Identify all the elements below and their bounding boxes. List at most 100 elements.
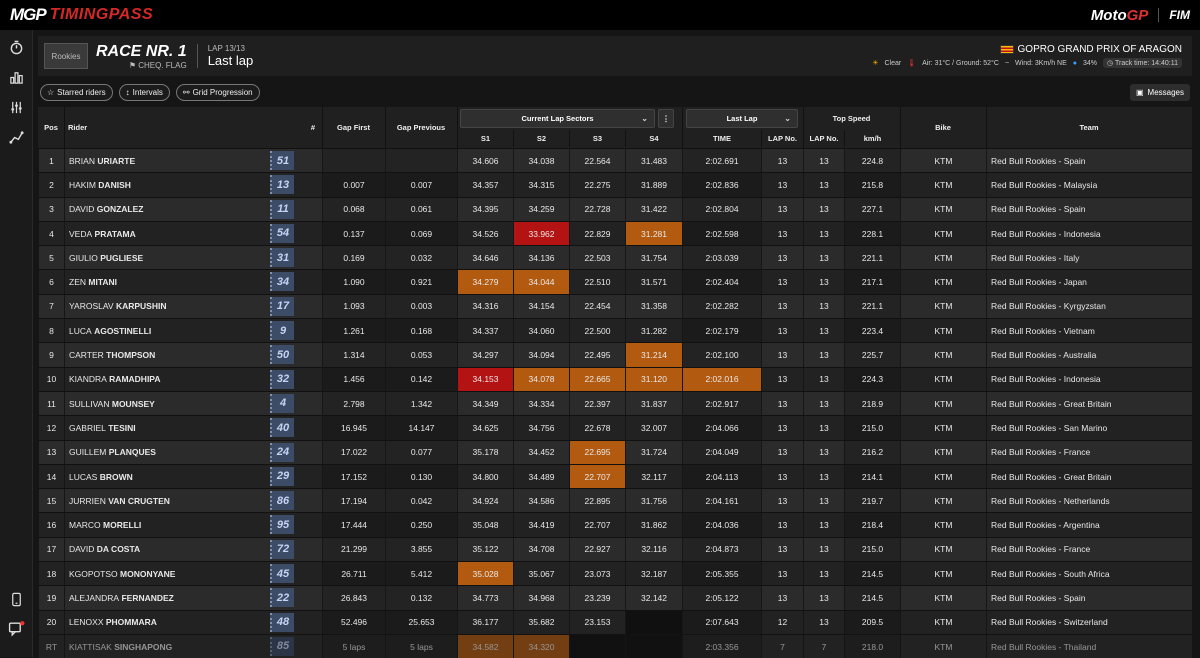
rider-number: 86	[270, 491, 294, 511]
rider-name[interactable]: MARCO	[69, 520, 101, 530]
rider-name[interactable]: YAROSLAV	[69, 301, 114, 311]
col-speed-lap-no[interactable]: LAP No.	[803, 130, 844, 147]
cell-s3: 22.927	[569, 537, 625, 562]
col-gap-first[interactable]: Gap First	[322, 107, 385, 148]
rider-name[interactable]: GABRIEL	[69, 423, 106, 433]
rider-name[interactable]: ALEJANDRA	[69, 593, 119, 603]
cell-time: 2:02.016	[682, 367, 761, 391]
rider-name[interactable]: LUCAS	[69, 472, 97, 482]
cell-lap2: 7	[803, 634, 844, 658]
col-s3[interactable]: S3	[569, 130, 625, 147]
cell-gf: 17.022	[322, 440, 385, 464]
cell-rider: ZEN MITANI	[64, 270, 304, 294]
cell-kmh: 227.1	[844, 197, 900, 221]
table-row[interactable]: 16 MARCO MORELLI 95 17.444 0.250 35.048 34.419…	[38, 512, 1192, 537]
cell-team: Red Bull Rookies - Japan	[986, 270, 1192, 294]
table-row[interactable]: 12 GABRIEL TESINI 40 16.945 14.147 34.625 34.7…	[38, 415, 1192, 440]
spain-flag-icon	[999, 45, 1014, 54]
app-logo[interactable]: MGP TIMINGPASS	[10, 5, 153, 25]
col-s2[interactable]: S2	[513, 130, 569, 147]
cell-pos: 14	[38, 464, 64, 489]
rider-name[interactable]: VEDA	[69, 229, 92, 239]
cell-time: 2:04.113	[682, 464, 761, 489]
race-series-logo: Rookies	[44, 43, 88, 69]
intervals-button[interactable]: ↕ Intervals	[118, 84, 170, 101]
humidity-icon: ●	[1072, 59, 1078, 67]
rider-name[interactable]: ZEN	[69, 277, 86, 287]
cell-time: 2:02.282	[682, 294, 761, 319]
rider-name[interactable]: GUILLEM	[69, 447, 106, 457]
bar-chart-icon[interactable]	[8, 70, 25, 87]
rider-name[interactable]: BRIAN	[69, 156, 95, 166]
gauge-icon[interactable]	[8, 100, 25, 117]
motogp-logo: MotoGP	[1091, 7, 1149, 24]
col-s4[interactable]: S4	[625, 130, 682, 147]
starred-riders-button[interactable]: ☆ Starred riders	[40, 84, 113, 101]
rider-name[interactable]: SULLIVAN	[69, 399, 109, 409]
grid-progression-button[interactable]: ⚯ Grid Progression	[175, 84, 260, 101]
last-lap-dropdown[interactable]: Last Lap ⌄	[686, 109, 798, 128]
table-row[interactable]: RT KIATTISAK SINGHAPONG 85 5 laps 5 laps 34.5…	[38, 633, 1192, 658]
rider-name[interactable]: KIANDRA	[69, 374, 107, 384]
stopwatch-icon[interactable]	[8, 40, 25, 57]
table-row[interactable]: 9 CARTER THOMPSON 50 1.314 0.053 34.297 34.094…	[38, 342, 1192, 367]
col-s1[interactable]: S1	[457, 130, 513, 147]
col-gap-previous[interactable]: Gap Previous	[385, 107, 457, 148]
cell-bike: KTM	[900, 416, 986, 440]
rider-name[interactable]: GIULIO	[69, 253, 98, 263]
table-row[interactable]: 13 GUILLEM PLANQUES 24 17.022 0.077 35.178 34.…	[38, 439, 1192, 464]
table-row[interactable]: 14 LUCAS BROWN 29 17.152 0.130 34.800 34.489 22…	[38, 463, 1192, 489]
cell-s2: 34.315	[513, 173, 569, 197]
sectors-dropdown[interactable]: Current Lap Sectors ⌄	[460, 109, 655, 128]
table-row[interactable]: 1 BRIAN URIARTE 51 34.606 34.038 22.564 31.483…	[38, 148, 1192, 173]
cell-team: Red Bull Rookies - Indonesia	[986, 367, 1192, 391]
col-lap-no[interactable]: LAP No.	[761, 130, 803, 147]
rider-name[interactable]: LENOXX	[69, 617, 104, 627]
cell-gf: 26.843	[322, 586, 385, 610]
rider-name[interactable]: JURRIEN	[69, 496, 106, 506]
col-rider[interactable]: Rider	[64, 107, 304, 148]
rider-name[interactable]: DAVID	[69, 544, 94, 554]
cell-gp: 14.147	[385, 416, 457, 440]
cell-s1: 34.395	[457, 197, 513, 221]
phone-icon[interactable]	[8, 592, 25, 609]
cell-kmh: 223.4	[844, 319, 900, 343]
table-row[interactable]: 10 KIANDRA RAMADHIPA 32 1.456 0.142 34.153 34.…	[38, 366, 1192, 391]
messages-button[interactable]: ▣ Messages	[1129, 84, 1190, 101]
rider-name[interactable]: HAKIM	[69, 180, 96, 190]
cell-s4: 31.724	[625, 440, 682, 464]
col-number[interactable]: #	[304, 107, 322, 148]
chat-alert-icon[interactable]	[8, 620, 25, 637]
table-row[interactable]: 5 GIULIO PUGLIESE 31 0.169 0.032 34.646 34.136…	[38, 245, 1192, 270]
rider-name[interactable]: LUCA	[69, 326, 92, 336]
more-options-button[interactable]: ⋮	[658, 109, 674, 128]
table-row[interactable]: 19 ALEJANDRA FERNANDEZ 22 26.843 0.132 34.773…	[38, 585, 1192, 610]
table-row[interactable]: 11 SULLIVAN MOUNSEY 4 2.798 1.342 34.349 34.33…	[38, 390, 1192, 416]
table-row[interactable]: 18 KGOPOTSO MONONYANE 45 26.711 5.412 35.028 3…	[38, 561, 1192, 586]
rider-name[interactable]: KGOPOTSO	[69, 569, 118, 579]
table-row[interactable]: 15 JURRIEN VAN CRUGTEN 86 17.194 0.042 34.924…	[38, 488, 1192, 513]
table-row[interactable]: 2 HAKIM DANISH 13 0.007 0.007 34.357 34.315 22.…	[38, 172, 1192, 197]
table-row[interactable]: 6 ZEN MITANI 34 1.090 0.921 34.279 34.044 22.51…	[38, 269, 1192, 294]
table-row[interactable]: 17 DAVID DA COSTA 72 21.299 3.855 35.122 34.70…	[38, 536, 1192, 562]
table-row[interactable]: 8 LUCA AGOSTINELLI 9 1.261 0.168 34.337 34.060…	[38, 318, 1192, 343]
cell-lap1: 13	[761, 221, 803, 246]
rider-name[interactable]: KIATTISAK	[69, 642, 112, 652]
cell-s1: 34.357	[457, 173, 513, 197]
cell-s3: 23.239	[569, 586, 625, 610]
track-icon[interactable]	[8, 130, 25, 147]
table-row[interactable]: 20 LENOXX PHOMMARA 48 52.496 25.653 36.177 35.…	[38, 609, 1192, 634]
col-team[interactable]: Team	[986, 107, 1192, 148]
table-row[interactable]: 7 YAROSLAV KARPUSHIN 17 1.093 0.003 34.316 34.…	[38, 293, 1192, 319]
table-row[interactable]: 4 VEDA PRATAMA 54 0.137 0.069 34.526 33.962 22.…	[38, 220, 1192, 246]
cell-pos: RT	[38, 634, 64, 658]
col-kmh[interactable]: km/h	[844, 130, 900, 147]
cell-kmh: 224.3	[844, 367, 900, 391]
col-pos[interactable]: Pos	[38, 107, 64, 148]
col-bike[interactable]: Bike	[900, 107, 986, 148]
table-row[interactable]: 3 DAVID GONZALEZ 11 0.068 0.061 34.395 34.259 2…	[38, 196, 1192, 221]
cell-lap2: 13	[803, 464, 844, 489]
rider-name[interactable]: DAVID	[69, 204, 94, 214]
col-time[interactable]: TIME	[682, 130, 761, 147]
rider-name[interactable]: CARTER	[69, 350, 104, 360]
